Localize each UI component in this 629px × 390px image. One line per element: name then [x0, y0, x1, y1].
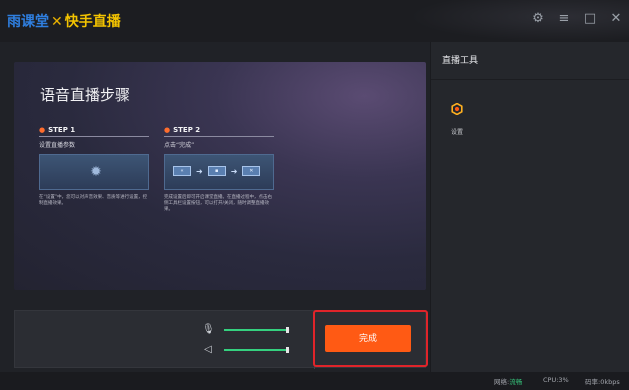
step-label: STEP 1: [48, 126, 76, 134]
guide-panel: 语音直播步骤 ● STEP 1 设置直播参数 ✹ 在“设置”中，您可以对声音效果、…: [14, 62, 426, 290]
title-bar: 雨课堂 ✕ 快手直播 ⚙ ≡ □ ✕: [0, 0, 629, 42]
settings-icon: [451, 102, 463, 116]
brand-logo: 雨课堂 ✕ 快手直播: [7, 11, 121, 31]
step-subtitle: 设置直播参数: [39, 142, 76, 149]
brand-kuaishou-live: 快手直播: [64, 14, 121, 30]
arrow-right-icon: ➜: [230, 166, 238, 176]
network-status: 网络:流畅: [494, 376, 522, 386]
step-2: ● STEP 2 点击“完成” « ➜ ▪ ➜ ✕ 完成设置后即可开启课堂直播。在…: [164, 126, 274, 213]
flow-close-icon: ✕: [242, 166, 261, 176]
mic-volume-slider[interactable]: [224, 326, 290, 333]
maximize-icon[interactable]: □: [583, 10, 597, 28]
gear-icon: ✹: [90, 164, 102, 180]
guide-title: 语音直播步骤: [40, 86, 131, 104]
brand-rainclassroom: 雨课堂: [7, 14, 49, 30]
live-tools-panel: 直播工具 设置: [430, 42, 629, 372]
menu-icon[interactable]: ≡: [557, 10, 571, 28]
tool-settings[interactable]: 设置: [443, 100, 471, 136]
step-header: ● STEP 2: [164, 126, 274, 137]
speaker-row: ◁: [202, 344, 290, 355]
bitrate: 码率:0kbps: [585, 378, 620, 386]
mic-row: 🎙: [202, 324, 290, 335]
slider-knob[interactable]: [286, 346, 290, 353]
step-description: 在“设置”中，您可以对声音效果、音质等进行设置，控制直播效果。: [39, 195, 148, 206]
slider-knob[interactable]: [286, 326, 290, 333]
speaker-volume-slider[interactable]: [224, 346, 290, 353]
app-window: 雨课堂 ✕ 快手直播 ⚙ ≡ □ ✕ 语音直播步骤 ● STEP 1 设置直播参数 ✹…: [0, 0, 629, 390]
window-controls: ⚙ ≡ □ ✕: [531, 10, 623, 28]
arrow-right-icon: ➜: [196, 166, 203, 176]
tool-label: 设置: [450, 129, 463, 136]
step-1: ● STEP 1 设置直播参数 ✹ 在“设置”中，您可以对声音效果、音质等进行设置…: [39, 126, 149, 207]
bullet-dot-icon: ●: [164, 126, 171, 134]
slider-fill: [224, 328, 289, 331]
close-icon[interactable]: ✕: [609, 10, 623, 28]
step-label: STEP 2: [173, 126, 201, 134]
bullet-dot-icon: ●: [39, 126, 46, 134]
cpu-usage: CPU:3%: [543, 376, 569, 384]
step-description: 完成设置后即可开启课堂直播。在直播过程中，点击右侧工具栏设置按钮，可以打开/关闭…: [164, 195, 272, 212]
speaker-icon[interactable]: ◁: [202, 344, 214, 355]
brand-cross: ✕: [51, 14, 63, 30]
step-header: ● STEP 1: [39, 126, 149, 137]
gear-icon[interactable]: ⚙: [531, 10, 545, 28]
flow-box-icon: ▪: [207, 166, 226, 176]
step-illustration: ✹: [39, 154, 149, 190]
step-subtitle: 点击“完成”: [164, 142, 195, 149]
network-label: 网络:: [494, 378, 510, 386]
microphone-icon[interactable]: 🎙: [202, 324, 215, 335]
slider-fill: [224, 348, 289, 351]
status-bar: 网络:流畅 CPU:3% 码率:0kbps: [0, 372, 629, 390]
tools-header: 直播工具: [431, 42, 629, 80]
network-value: 流畅: [509, 378, 523, 386]
step-illustration: « ➜ ▪ ➜ ✕: [164, 154, 274, 190]
done-button[interactable]: 完成: [325, 325, 411, 352]
flow-box-icon: «: [173, 166, 191, 176]
flow-diagram: « ➜ ▪ ➜ ✕: [173, 166, 261, 176]
